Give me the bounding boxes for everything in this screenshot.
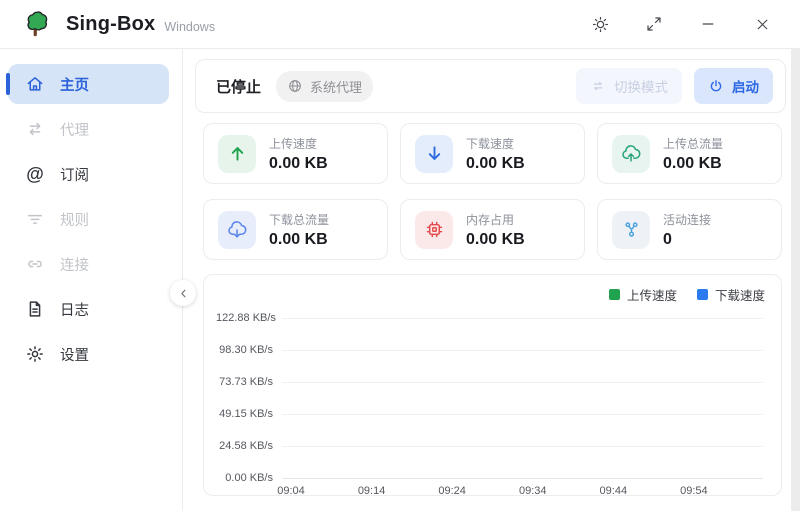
sidebar-item-connections[interactable]: 连接 [8, 244, 169, 284]
app-platform-label: Windows [164, 14, 215, 34]
x-tick-label: 09:44 [600, 485, 628, 497]
sidebar-item-settings[interactable]: 设置 [8, 334, 169, 374]
stat-card-download-speed: 下载速度 0.00 KB [400, 123, 585, 184]
theme-toggle-sun-icon[interactable] [590, 14, 610, 34]
stats-grid: 上传速度 0.00 KB 下载速度 0.00 KB [203, 123, 782, 260]
chart-xaxis: 09:0409:1409:2409:3409:4409:54 [291, 485, 765, 505]
power-icon [708, 78, 724, 94]
sidebar-item-subscription[interactable]: @ 订阅 [8, 154, 169, 194]
titlebar: Sing-Box Windows [0, 0, 800, 49]
legend-download: 下载速度 [697, 285, 765, 304]
legend-download-swatch [697, 289, 708, 300]
app-logo-tree-icon [22, 9, 52, 39]
swap-icon [590, 78, 606, 94]
chart-legend: 上传速度 下载速度 [216, 286, 765, 302]
service-status: 已停止 [216, 76, 261, 97]
arrow-down-icon [415, 135, 453, 173]
x-tick-label: 09:14 [358, 485, 386, 497]
legend-upload-swatch [609, 289, 620, 300]
sidebar-item-home[interactable]: 主页 [8, 64, 169, 104]
y-tick-label: 73.73 KB/s [216, 376, 282, 388]
y-tick-label: 0.00 KB/s [216, 472, 282, 484]
chart-plot-area: 122.88 KB/s98.30 KB/s73.73 KB/s49.15 KB/… [216, 318, 765, 478]
sidebar-item-label: 订阅 [60, 164, 89, 185]
sidebar-item-proxy[interactable]: 代理 [8, 109, 169, 149]
cloud-down-icon [218, 211, 256, 249]
legend-upload: 上传速度 [609, 285, 677, 304]
sidebar-item-label: 日志 [60, 299, 89, 320]
stat-card-download-total: 下载总流量 0.00 KB [203, 199, 388, 260]
sidebar-item-label: 规则 [60, 209, 89, 230]
chart-gridline: 98.30 KB/s [216, 344, 763, 356]
stat-card-memory: 内存占用 0.00 KB [400, 199, 585, 260]
window-controls [590, 14, 772, 34]
minimize-icon[interactable] [698, 14, 718, 34]
y-tick-label: 24.58 KB/s [216, 440, 282, 452]
gridline [282, 478, 763, 479]
arrow-up-icon [218, 135, 256, 173]
sidebar-item-label: 设置 [60, 344, 89, 365]
cpu-icon [415, 211, 453, 249]
link-icon [25, 254, 45, 274]
chart-gridline: 122.88 KB/s [216, 312, 763, 324]
cloud-up-icon [612, 135, 650, 173]
chart-gridline: 0.00 KB/s [216, 472, 763, 484]
home-icon [25, 74, 45, 94]
sidebar-item-rules[interactable]: 规则 [8, 199, 169, 239]
chart-gridline: 49.15 KB/s [216, 408, 763, 420]
sidebar: 主页 代理 @ 订阅 规则 [0, 49, 183, 511]
at-sign-icon: @ [25, 164, 45, 184]
sidebar-item-label: 主页 [60, 74, 89, 95]
stat-card-upload-total: 上传总流量 0.00 KB [597, 123, 782, 184]
x-tick-label: 09:54 [680, 485, 708, 497]
stat-card-upload-speed: 上传速度 0.00 KB [203, 123, 388, 184]
swap-arrows-icon [25, 119, 45, 139]
app-title: Sing-Box [66, 13, 155, 36]
y-tick-label: 122.88 KB/s [216, 312, 282, 324]
stat-card-active-connections: 活动连接 0 [597, 199, 782, 260]
x-tick-label: 09:04 [277, 485, 305, 497]
vertical-scrollbar[interactable] [791, 49, 800, 511]
gridline [282, 318, 763, 319]
sidebar-item-label: 连接 [60, 254, 89, 275]
globe-icon [287, 78, 303, 94]
sidebar-item-label: 代理 [60, 119, 89, 140]
switch-mode-button[interactable]: 切换模式 [576, 68, 682, 104]
chart-gridline: 24.58 KB/s [216, 440, 763, 452]
y-tick-label: 49.15 KB/s [216, 408, 282, 420]
sidebar-collapse-button[interactable] [170, 280, 196, 306]
traffic-chart-card: 上传速度 下载速度 122.88 KB/s 98.30 KB/s 73.73 KB/… [203, 274, 782, 496]
start-button[interactable]: 启动 [694, 68, 773, 104]
system-proxy-label: 系统代理 [310, 77, 362, 96]
close-icon[interactable] [752, 14, 772, 34]
fullscreen-expand-icon[interactable] [644, 14, 664, 34]
status-header-card: 已停止 系统代理 切换模式 启动 [195, 59, 786, 113]
system-proxy-badge[interactable]: 系统代理 [276, 71, 373, 102]
gridline [282, 382, 763, 383]
x-tick-label: 09:34 [519, 485, 547, 497]
filter-lines-icon [25, 209, 45, 229]
x-tick-label: 09:24 [438, 485, 466, 497]
gridline [282, 414, 763, 415]
sidebar-item-logs[interactable]: 日志 [8, 289, 169, 329]
chart-gridline: 73.73 KB/s [216, 376, 763, 388]
app-body: 主页 代理 @ 订阅 规则 [0, 49, 800, 511]
gear-icon [25, 344, 45, 364]
document-icon [25, 299, 45, 319]
gridline [282, 446, 763, 447]
y-tick-label: 98.30 KB/s [216, 344, 282, 356]
main-content: 已停止 系统代理 切换模式 启动 [183, 49, 800, 511]
gridline [282, 350, 763, 351]
active-indicator [6, 73, 10, 95]
network-icon [612, 211, 650, 249]
